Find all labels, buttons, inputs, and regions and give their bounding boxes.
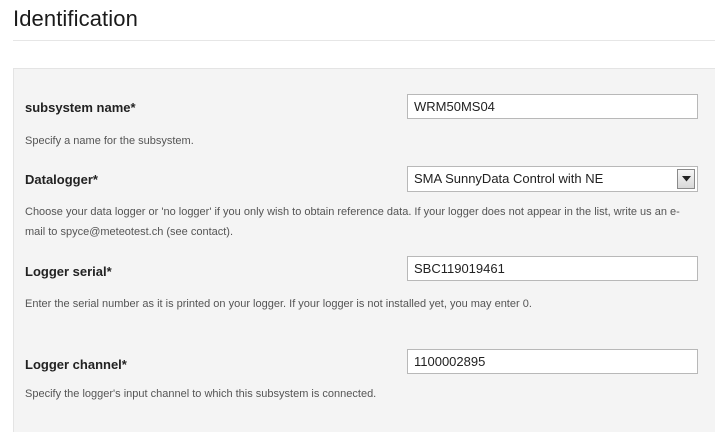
datalogger-label: Datalogger* <box>25 172 98 187</box>
identification-form-panel <box>13 68 715 432</box>
logger-serial-help: Enter the serial number as it is printed… <box>25 298 532 310</box>
subsystem-name-input[interactable] <box>407 94 698 119</box>
logger-channel-label: Logger channel* <box>25 357 127 372</box>
page-title: Identification <box>13 6 138 31</box>
datalogger-help: Choose your data logger or 'no logger' i… <box>25 206 680 238</box>
chevron-down-icon[interactable] <box>677 169 695 189</box>
logger-channel-help: Specify the logger's input channel to wh… <box>25 388 377 400</box>
subsystem-name-label: subsystem name* <box>25 100 136 115</box>
datalogger-select[interactable]: SMA SunnyData Control with NE <box>407 166 698 192</box>
subsystem-name-help: Specify a name for the subsystem. <box>25 135 194 147</box>
title-divider <box>13 40 715 41</box>
logger-channel-input[interactable] <box>407 349 698 374</box>
chevron-down-icon-glyph <box>681 176 691 182</box>
datalogger-selected-value: SMA SunnyData Control with NE <box>414 171 604 186</box>
logger-serial-input[interactable] <box>407 256 698 281</box>
logger-serial-label: Logger serial* <box>25 264 112 279</box>
